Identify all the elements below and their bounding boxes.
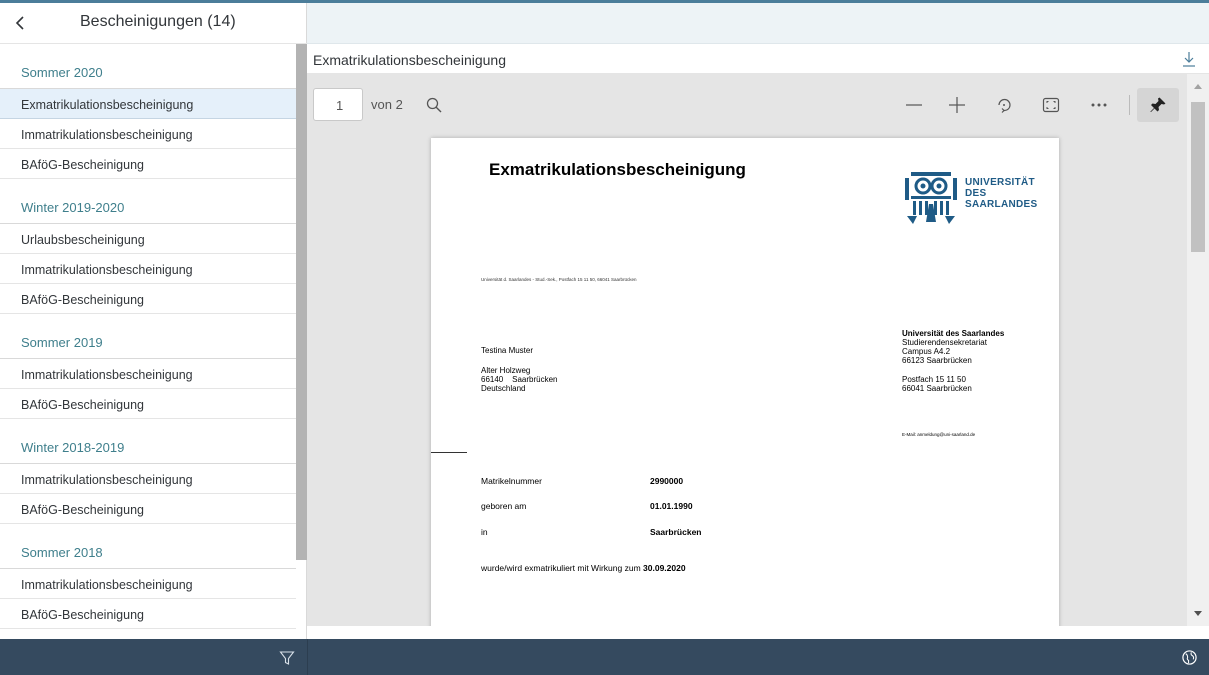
matrikel-value: 2990000 bbox=[650, 476, 684, 486]
list-item[interactable]: BAföG-Bescheinigung bbox=[0, 599, 296, 629]
fold-mark bbox=[431, 452, 467, 453]
detail-footer bbox=[307, 639, 1209, 675]
zoom-out-icon bbox=[906, 104, 922, 106]
list-item[interactable]: BAföG-Bescheinigung bbox=[0, 149, 296, 179]
birthdate-value: 01.01.1990 bbox=[650, 501, 693, 511]
birthplace-label: in bbox=[481, 527, 488, 537]
more-button[interactable] bbox=[1082, 88, 1116, 122]
list-item[interactable]: Immatrikulationsbescheinigung bbox=[0, 569, 296, 599]
globe-icon[interactable] bbox=[1182, 650, 1197, 665]
detail-header bbox=[307, 3, 1209, 44]
page-count-label: von 2 bbox=[371, 97, 403, 112]
birthplace-value: Saarbrücken bbox=[650, 527, 702, 537]
recipient-address: Testina Muster Alter Holzweg 66140 Saarb… bbox=[481, 346, 558, 393]
more-icon bbox=[1091, 103, 1107, 107]
group-header: Sommer 2018 bbox=[0, 524, 296, 569]
list-item[interactable]: Exmatrikulationsbescheinigung bbox=[0, 89, 296, 119]
list-item[interactable]: BAföG-Bescheinigung bbox=[0, 494, 296, 524]
logo-line-3: SAARLANDES bbox=[965, 199, 1038, 210]
university-logo-icon bbox=[905, 172, 957, 224]
logo-line-1: UNIVERSITÄT bbox=[965, 177, 1035, 188]
master-footer bbox=[0, 639, 307, 675]
scroll-down-arrow[interactable] bbox=[1194, 611, 1202, 616]
pdf-heading: Exmatrikulationsbescheinigung bbox=[489, 160, 746, 179]
pin-button[interactable] bbox=[1137, 88, 1179, 122]
pdf-viewer[interactable]: 1 von 2 Exmatrikulationsbescheinigung UN… bbox=[307, 74, 1209, 626]
fit-page-button[interactable] bbox=[1034, 88, 1068, 122]
back-icon bbox=[15, 16, 24, 30]
rotate-icon bbox=[998, 98, 1011, 113]
birthdate-label: geboren am bbox=[481, 501, 527, 511]
university-address-campus: Campus A4.2 bbox=[902, 347, 951, 356]
master-pane: Bescheinigungen (14) Sommer 2020 Exmatrik… bbox=[0, 3, 307, 675]
list-item[interactable]: Immatrikulationsbescheinigung bbox=[0, 119, 296, 149]
toolbar-divider bbox=[1129, 95, 1130, 115]
zoom-in-button[interactable] bbox=[940, 88, 974, 122]
master-header: Bescheinigungen (14) bbox=[0, 3, 307, 44]
list-item[interactable]: Immatrikulationsbescheinigung bbox=[0, 359, 296, 389]
recipient-country: Deutschland bbox=[481, 384, 526, 393]
university-address-dept: Studierendensekretariat bbox=[902, 338, 987, 347]
scroll-up-arrow[interactable] bbox=[1194, 84, 1202, 89]
list-item[interactable]: BAföG-Bescheinigung bbox=[0, 389, 296, 419]
back-button[interactable] bbox=[0, 3, 40, 44]
university-name-logo: UNIVERSITÄT DES SAARLANDES bbox=[965, 177, 1037, 210]
pin-icon bbox=[1150, 97, 1166, 112]
zoom-out-button[interactable] bbox=[897, 88, 931, 122]
fit-page-icon bbox=[1042, 97, 1060, 113]
group-header: Winter 2018-2019 bbox=[0, 419, 296, 464]
exmatriculation-statement: wurde/wird exmatrikuliert mit Wirkung zu… bbox=[481, 563, 686, 573]
university-email: E-Mail: anmeldung@uni-saarland.de bbox=[902, 432, 976, 437]
filter-icon[interactable] bbox=[279, 650, 295, 666]
university-postbox-city: 66041 Saarbrücken bbox=[902, 384, 972, 393]
list-item[interactable]: Urlaubsbescheinigung bbox=[0, 224, 296, 254]
certificate-list[interactable]: Sommer 2020 Exmatrikulationsbescheinigung… bbox=[0, 44, 307, 636]
group-header: Winter 2019-2020 bbox=[0, 179, 296, 224]
recipient-city: 66140 Saarbrücken bbox=[481, 375, 558, 384]
exmatriculation-text: wurde/wird exmatrikuliert mit Wirkung zu… bbox=[481, 563, 641, 573]
document-title: Exmatrikulationsbescheinigung bbox=[313, 52, 506, 68]
university-address-name: Universität des Saarlandes bbox=[902, 329, 1005, 338]
exmatriculation-date: 30.09.2020 bbox=[643, 563, 686, 573]
pdf-toolbar: 1 von 2 bbox=[307, 74, 1209, 134]
search-icon bbox=[426, 97, 442, 113]
university-address-city: 66123 Saarbrücken bbox=[902, 356, 972, 365]
page-number-input[interactable]: 1 bbox=[313, 88, 363, 121]
university-address: Universität des Saarlandes Studierendens… bbox=[902, 329, 1004, 393]
recipient-street: Alter Holzweg bbox=[481, 366, 531, 375]
group-header: Sommer 2019 bbox=[0, 314, 296, 359]
scrollbar-thumb[interactable] bbox=[1191, 102, 1205, 252]
university-postbox: Postfach 15 11 50 bbox=[902, 375, 966, 384]
download-icon[interactable] bbox=[1181, 50, 1197, 68]
rotate-button[interactable] bbox=[987, 88, 1021, 122]
group-header: Sommer 2020 bbox=[0, 44, 296, 89]
list-item[interactable]: Immatrikulationsbescheinigung bbox=[0, 464, 296, 494]
list-item[interactable]: BAföG-Bescheinigung bbox=[0, 284, 296, 314]
list-scrollbar[interactable] bbox=[296, 44, 307, 560]
viewer-scrollbar[interactable] bbox=[1187, 74, 1209, 626]
recipient-name: Testina Muster bbox=[481, 346, 534, 355]
document-title-bar: Exmatrikulationsbescheinigung bbox=[307, 44, 1209, 74]
pdf-page: Exmatrikulationsbescheinigung UNIVERSITÄ… bbox=[431, 138, 1059, 626]
master-title: Bescheinigungen (14) bbox=[80, 13, 236, 30]
detail-pane: Exmatrikulationsbescheinigung 1 von 2 Ex… bbox=[307, 3, 1209, 675]
search-button[interactable] bbox=[417, 88, 451, 122]
sender-line: Universität d. Saarlandes - Stud.-Sek., … bbox=[481, 277, 637, 282]
logo-line-2: DES bbox=[965, 188, 987, 199]
matrikel-label: Matrikelnummer bbox=[481, 476, 542, 486]
zoom-in-icon bbox=[949, 97, 965, 113]
list-item[interactable]: Immatrikulationsbescheinigung bbox=[0, 254, 296, 284]
